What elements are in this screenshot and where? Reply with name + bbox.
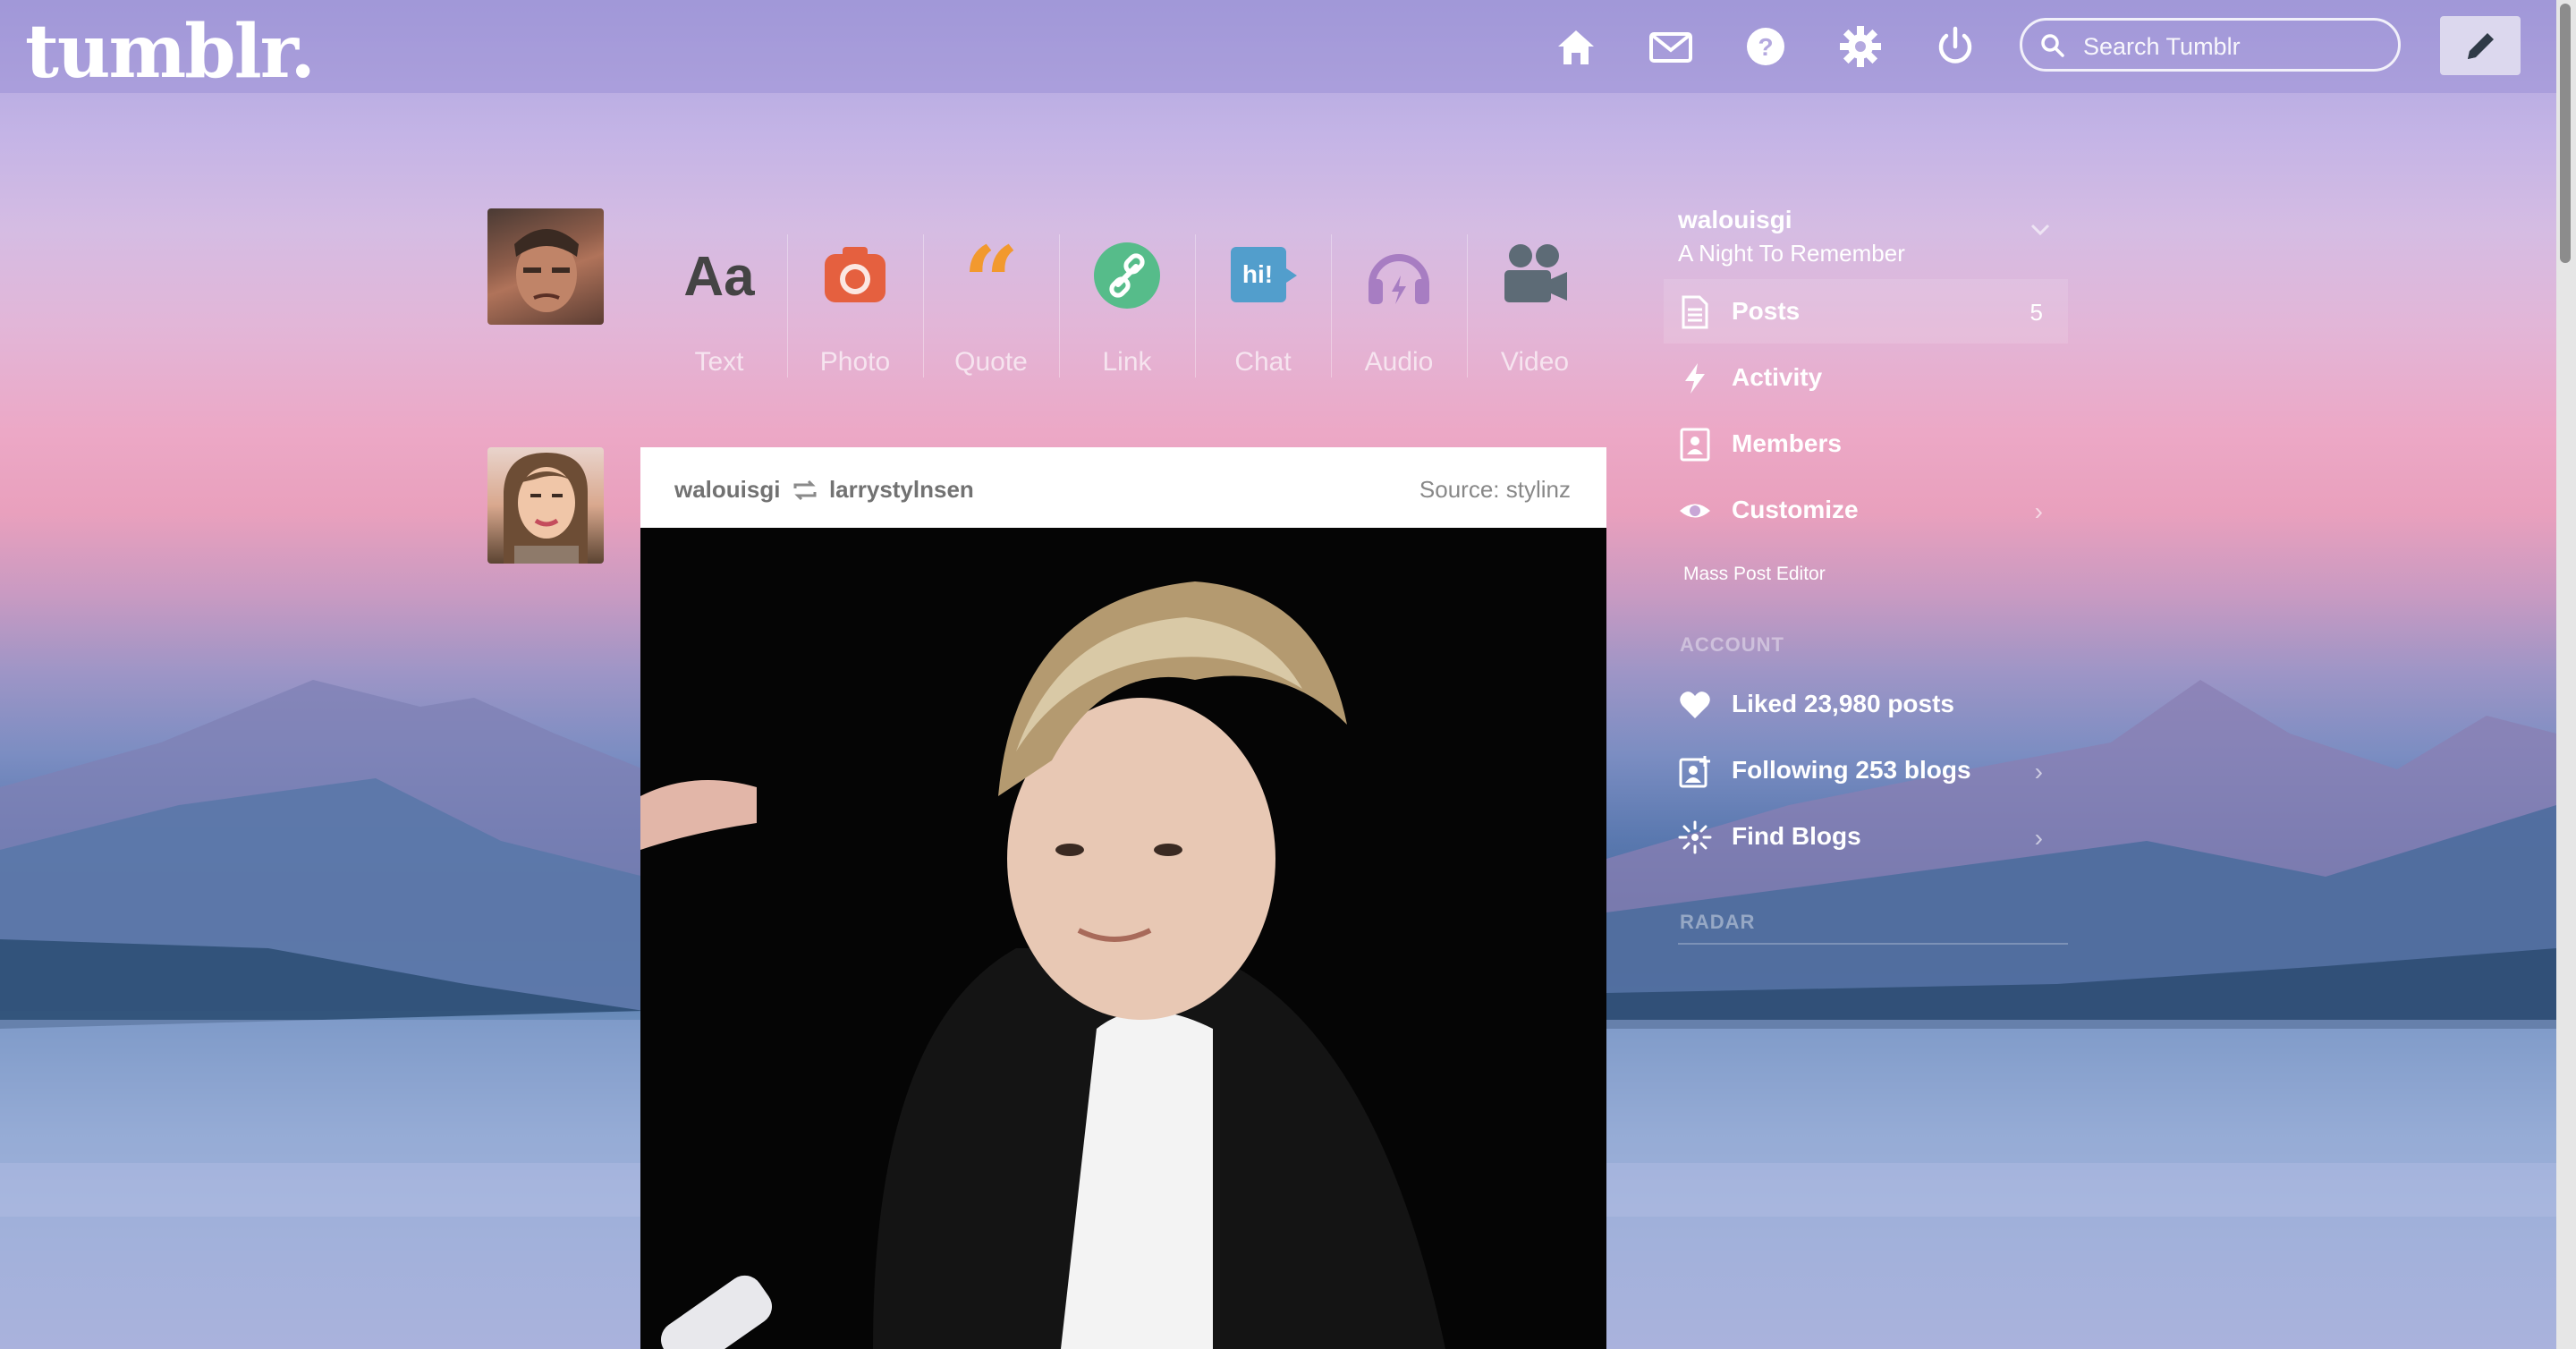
- sidebar-item-following[interactable]: Following 253 blogs ›: [1664, 738, 2068, 802]
- post-type-audio[interactable]: Audio: [1331, 224, 1467, 394]
- sidebar-item-label: Members: [1732, 429, 1842, 457]
- radar-heading: RADAR: [1680, 911, 1756, 933]
- sidebar-item-label: Following 253 blogs: [1732, 756, 1971, 784]
- post-type-link[interactable]: Link: [1059, 224, 1195, 394]
- sidebar-item-label: Posts: [1732, 297, 1801, 325]
- post-type-label: Video: [1500, 347, 1570, 377]
- chevron-right-icon: ›: [2034, 824, 2043, 852]
- help-icon[interactable]: ?: [1741, 21, 1791, 72]
- svg-text:hi!: hi!: [1242, 260, 1273, 288]
- video-camera-icon: [1504, 244, 1567, 302]
- svg-text:Aa: Aa: [683, 246, 755, 308]
- blog-name: walouisgi: [1678, 206, 1792, 233]
- chat-icon: hi!: [1231, 247, 1297, 302]
- sidebar-item-label: Customize: [1732, 496, 1859, 523]
- post-type-label: Text: [694, 347, 744, 377]
- members-icon: [1680, 428, 1710, 462]
- lightning-icon: [1685, 363, 1705, 394]
- post-card: walouisgi larrystylnsen Source: stylinz: [640, 447, 1606, 1349]
- blog-title: A Night To Remember: [1678, 240, 1905, 267]
- sidebar-item-label: Find Blogs: [1732, 822, 1861, 850]
- tumblr-logo[interactable]: tumblr.: [25, 9, 316, 95]
- home-icon[interactable]: [1551, 21, 1601, 72]
- chevron-right-icon: ›: [2034, 758, 2043, 785]
- post-author-avatar[interactable]: [487, 447, 604, 564]
- blog-switcher[interactable]: walouisgi A Night To Remember: [1678, 206, 1905, 267]
- sidebar-item-find-blogs[interactable]: Find Blogs ›: [1664, 804, 2068, 869]
- top-navigation-bar: tumblr. ?: [0, 0, 2558, 95]
- search-icon: [2041, 34, 2064, 57]
- post-type-video[interactable]: Video: [1467, 224, 1603, 394]
- sidebar-item-label: Activity: [1732, 363, 1823, 391]
- pencil-icon: [2468, 33, 2494, 59]
- post-type-quote[interactable]: “ Quote: [923, 224, 1059, 394]
- chevron-down-icon[interactable]: [2030, 224, 2050, 236]
- sidebar-item-posts[interactable]: Posts 5: [1664, 279, 2068, 344]
- mail-icon[interactable]: [1646, 21, 1696, 72]
- posts-count: 5: [2029, 299, 2043, 326]
- eye-icon: [1680, 504, 1710, 518]
- post-type-label: Photo: [819, 347, 891, 377]
- svg-text:?: ?: [1758, 33, 1773, 61]
- post-type-chat[interactable]: hi! Chat: [1195, 224, 1331, 394]
- following-icon: [1679, 756, 1710, 788]
- quote-icon: “: [962, 240, 1019, 311]
- settings-icon[interactable]: [1835, 21, 1885, 72]
- sidebar-item-likes[interactable]: Liked 23,980 posts: [1664, 672, 2068, 736]
- post-type-text[interactable]: Aa Text: [651, 224, 787, 394]
- power-icon[interactable]: [1930, 21, 1980, 72]
- sidebar-item-activity[interactable]: Activity: [1664, 345, 2068, 410]
- link-icon: [1094, 242, 1160, 309]
- sidebar-item-label: Liked 23,980 posts: [1732, 690, 1955, 717]
- reblog-icon: [793, 479, 817, 501]
- camera-icon: [825, 247, 886, 302]
- sidebar-item-customize[interactable]: Customize ›: [1664, 478, 2068, 542]
- reblogged-from-link[interactable]: larrystylnsen: [829, 476, 974, 503]
- chevron-right-icon: ›: [2034, 497, 2043, 525]
- compose-button[interactable]: [2440, 16, 2521, 75]
- heart-icon: [1680, 691, 1710, 718]
- post-source-link[interactable]: Source: stylinz: [1419, 476, 1571, 504]
- text-icon: Aa: [683, 246, 755, 308]
- sidebar-item-members[interactable]: Members: [1664, 411, 2068, 476]
- find-blogs-icon: [1678, 820, 1712, 854]
- post-type-label: Audio: [1364, 347, 1434, 377]
- user-avatar[interactable]: [487, 208, 604, 325]
- post-photo[interactable]: [640, 528, 1606, 1349]
- post-type-label: Link: [1102, 347, 1152, 377]
- divider: [1678, 943, 2068, 945]
- post-type-label: Chat: [1234, 347, 1292, 377]
- svg-text:“: “: [962, 240, 1019, 311]
- post-author-link[interactable]: walouisgi: [674, 476, 780, 503]
- post-type-photo[interactable]: Photo: [787, 224, 923, 394]
- post-attribution: walouisgi larrystylnsen: [674, 476, 974, 504]
- posts-icon: [1682, 295, 1708, 329]
- search-box[interactable]: [2020, 18, 2401, 72]
- mass-post-editor-link[interactable]: Mass Post Editor: [1683, 564, 1826, 585]
- post-header: walouisgi larrystylnsen Source: stylinz: [640, 447, 1606, 528]
- post-type-label: Quote: [954, 347, 1028, 377]
- scrollbar-thumb[interactable]: [2560, 4, 2571, 263]
- search-input[interactable]: [2081, 28, 2389, 65]
- headphones-icon: [1368, 254, 1429, 304]
- account-heading: ACCOUNT: [1680, 633, 1784, 656]
